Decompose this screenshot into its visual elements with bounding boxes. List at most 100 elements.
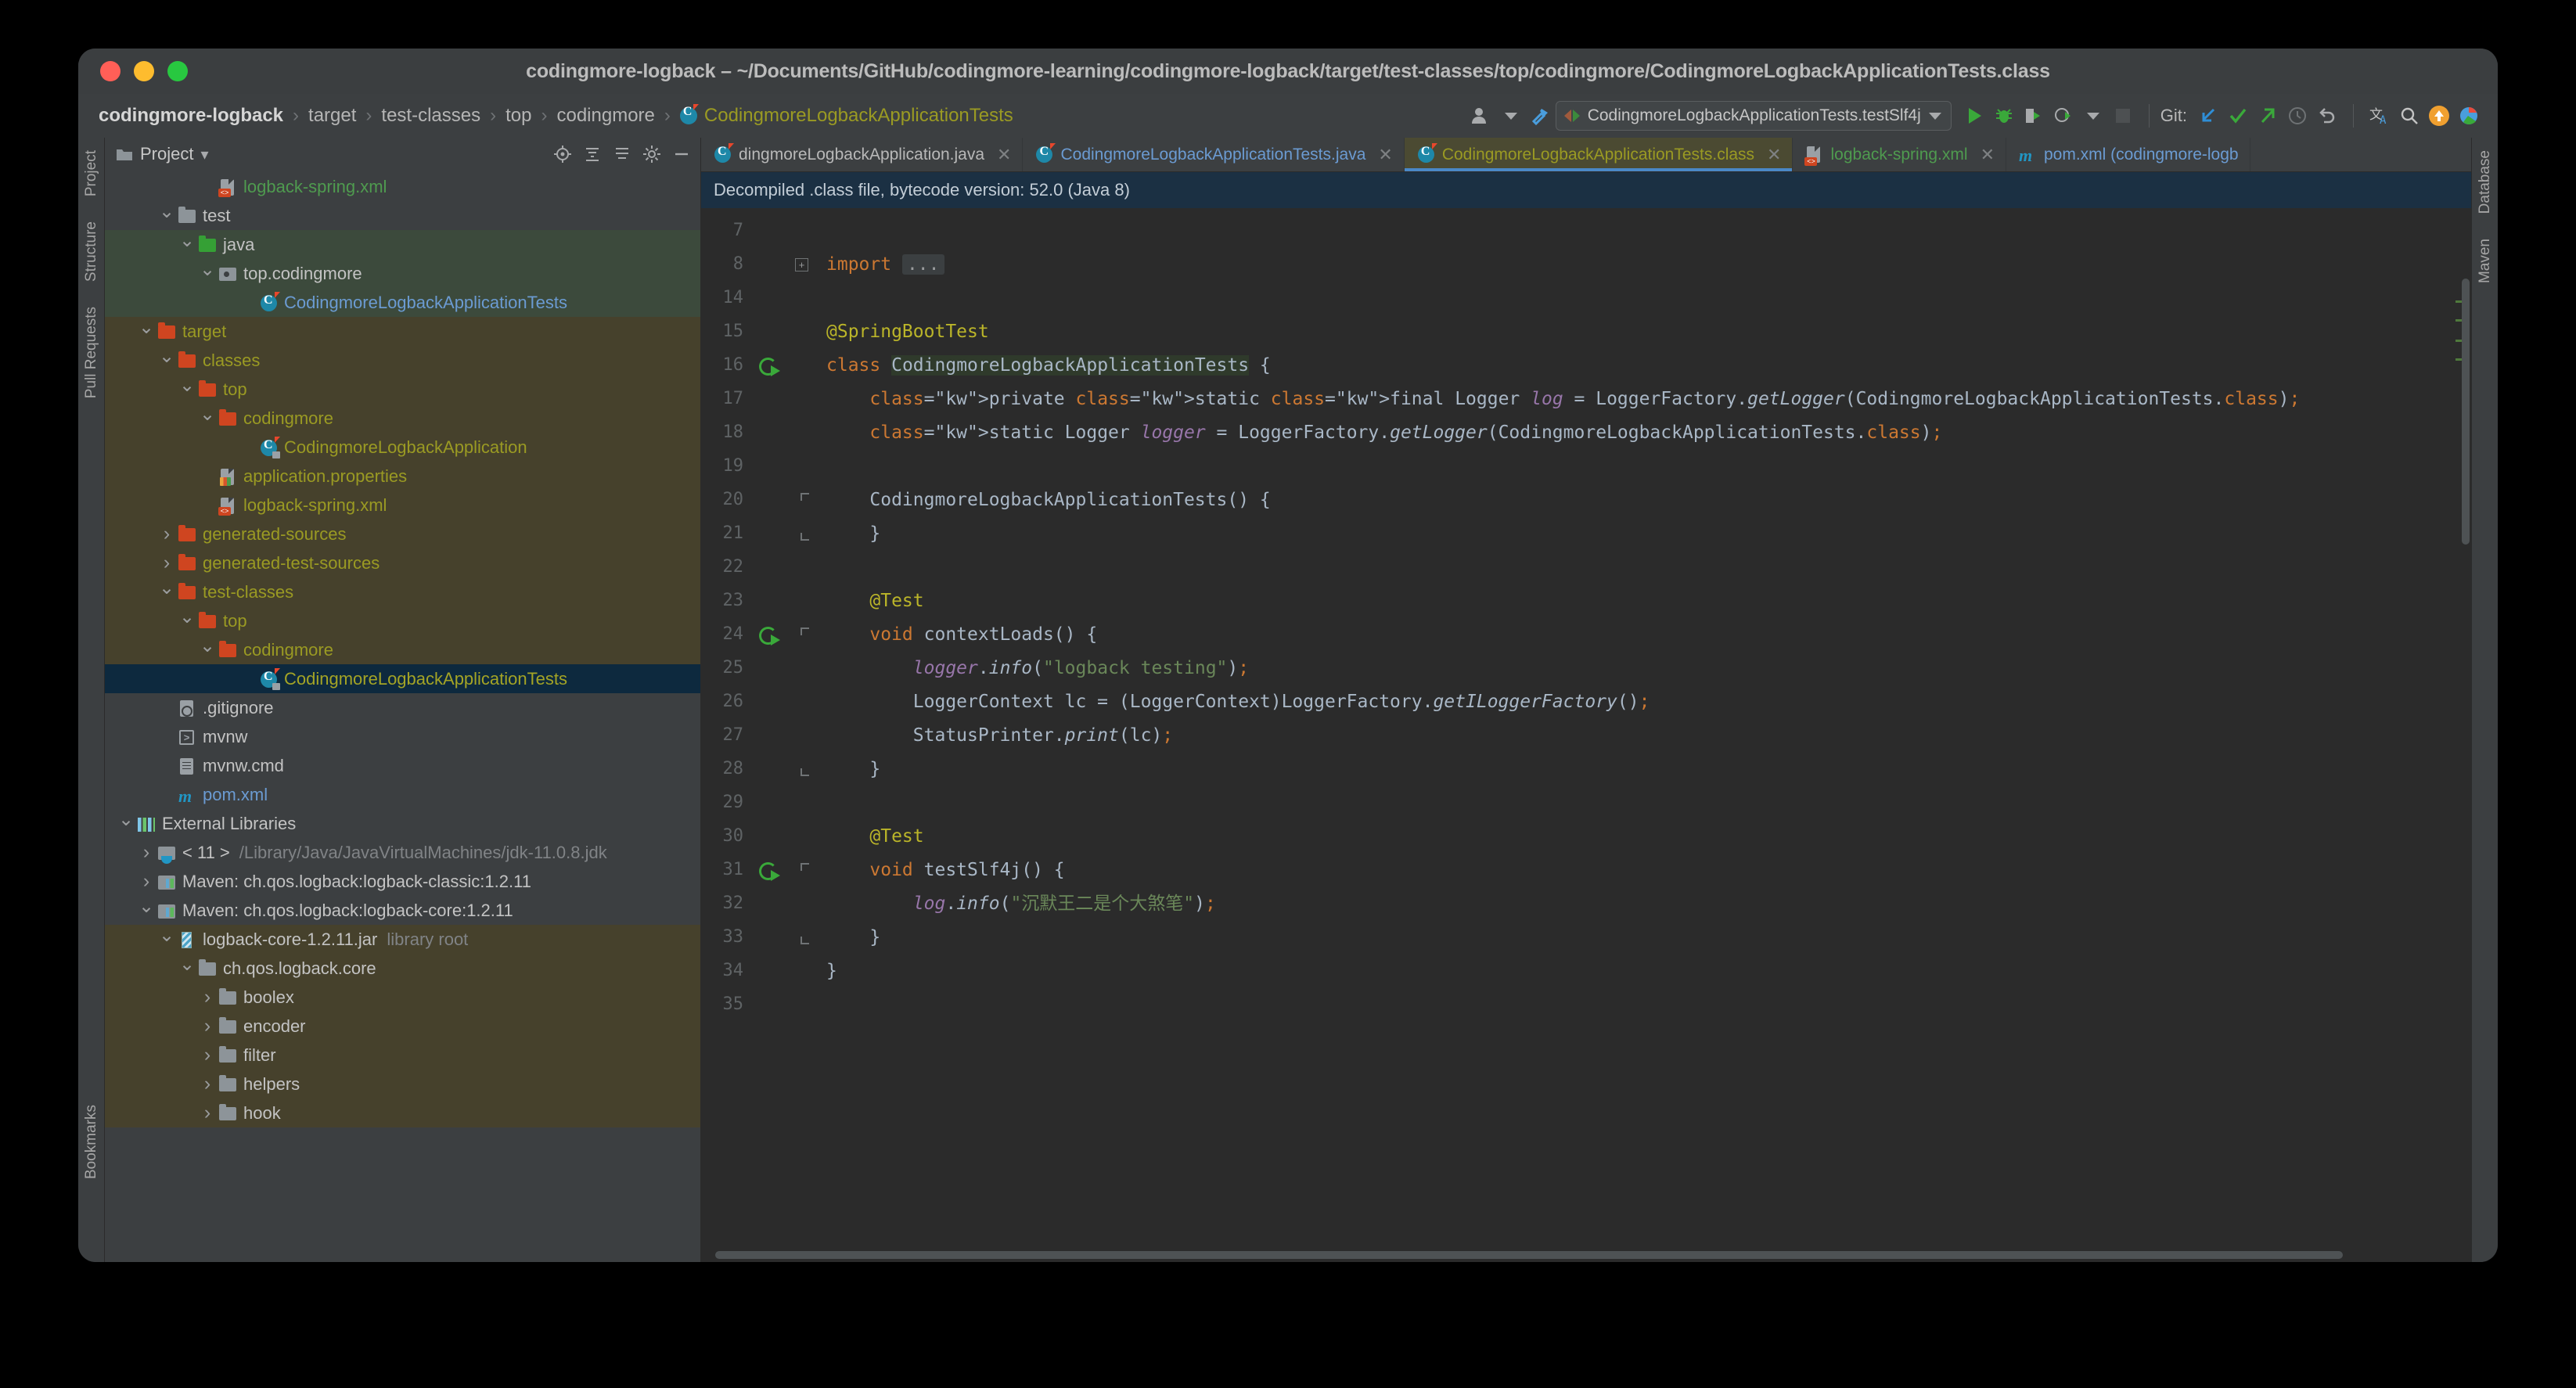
tree-node[interactable]: classes — [105, 346, 700, 375]
fold-expand-icon[interactable]: + — [795, 258, 808, 271]
code-line[interactable] — [814, 450, 2451, 484]
tree-node[interactable]: top — [105, 606, 700, 635]
profile-button[interactable] — [2049, 102, 2078, 129]
sidebar-tab-project[interactable]: Project — [83, 138, 100, 209]
user-avatar-icon[interactable] — [1466, 102, 1496, 129]
gear-icon[interactable] — [642, 145, 661, 164]
code-line[interactable]: LoggerContext lc = (LoggerContext)Logger… — [814, 685, 2451, 719]
tree-node[interactable]: logback-core-1.2.11.jar library root — [105, 925, 700, 954]
tree-node[interactable]: CodingmoreLogbackApplicationTests — [105, 664, 700, 693]
minimize-window-button[interactable] — [134, 61, 154, 81]
chevron-right-icon[interactable] — [197, 1044, 218, 1066]
tree-node[interactable]: java — [105, 230, 700, 259]
hide-panel-icon[interactable] — [672, 145, 691, 164]
code-line[interactable] — [814, 214, 2451, 248]
code-line[interactable]: @SpringBootTest — [814, 315, 2451, 349]
tree-node[interactable]: codingmore — [105, 404, 700, 433]
fold-region-start-icon[interactable] — [801, 863, 809, 871]
chevron-right-icon[interactable] — [157, 523, 177, 545]
run-test-gutter-icon[interactable] — [759, 356, 780, 376]
project-tree[interactable]: <> logback-spring.xml test java top.codingmo… — [105, 171, 700, 1262]
chevron-right-icon[interactable] — [136, 870, 157, 893]
chevron-down-icon[interactable] — [157, 928, 177, 951]
git-rollback-icon[interactable] — [2312, 102, 2342, 129]
code-line[interactable]: log.info("沉默王二是个大煞笔"); — [814, 887, 2451, 921]
chevron-down-icon[interactable] — [157, 581, 177, 603]
code-line[interactable]: import ... — [814, 248, 2451, 282]
translate-icon[interactable]: 文A — [2365, 102, 2394, 129]
tree-node[interactable]: ch.qos.logback.core — [105, 954, 700, 983]
sidebar-tab-database[interactable]: Database — [2477, 138, 2494, 226]
code-line[interactable]: @Test — [814, 820, 2451, 854]
tree-node[interactable]: .gitignore — [105, 693, 700, 722]
breadcrumb-item-target[interactable]: target — [308, 105, 356, 127]
chevron-right-icon[interactable] — [197, 1073, 218, 1095]
tree-node[interactable]: <> logback-spring.xml — [105, 491, 700, 520]
code-line[interactable]: CodingmoreLogbackApplicationTests() { — [814, 484, 2451, 517]
editor-tab[interactable]: <> logback-spring.xml ✕ — [1793, 138, 2006, 171]
run-with-coverage-button[interactable] — [2019, 102, 2049, 129]
git-push-icon[interactable] — [2253, 102, 2283, 129]
chevron-down-icon[interactable] — [177, 609, 197, 632]
code-line[interactable]: } — [814, 921, 2451, 955]
chevron-down-icon[interactable] — [177, 957, 197, 980]
chevron-down-icon[interactable] — [136, 320, 157, 343]
tree-node[interactable]: <> logback-spring.xml — [105, 172, 700, 201]
sidebar-tab-structure[interactable]: Structure — [83, 209, 100, 294]
horizontal-scrollbar[interactable] — [715, 1251, 2343, 1259]
code-line[interactable]: @Test — [814, 584, 2451, 618]
editor-tab-bar[interactable]: dingmoreLogbackApplication.java✕Codingmo… — [701, 138, 2471, 172]
code-content[interactable]: import ... @SpringBootTest class Codingmo… — [814, 208, 2451, 1248]
editor-fold-column[interactable]: + — [793, 208, 814, 1248]
code-line[interactable]: class CodingmoreLogbackApplicationTests … — [814, 349, 2451, 383]
tree-node[interactable]: application.properties — [105, 462, 700, 491]
browser-icon[interactable] — [2454, 102, 2484, 129]
tree-node[interactable]: Maven: ch.qos.logback:logback-core:1.2.1… — [105, 896, 700, 925]
tree-node[interactable]: generated-sources — [105, 520, 700, 548]
editor-tab[interactable]: m pom.xml (codingmore-logb — [2006, 138, 2250, 171]
fold-region-end-icon[interactable] — [801, 533, 809, 541]
collapse-all-icon[interactable] — [613, 145, 631, 164]
expand-all-icon[interactable] — [583, 145, 602, 164]
code-line[interactable]: } — [814, 517, 2451, 551]
tree-node[interactable]: codingmore — [105, 635, 700, 664]
chevron-down-icon[interactable] — [1928, 112, 1941, 120]
chevron-down-icon[interactable] — [197, 262, 218, 285]
fold-region-end-icon[interactable] — [801, 937, 809, 944]
chevron-down-icon[interactable] — [1496, 102, 1526, 129]
close-icon[interactable]: ✕ — [997, 145, 1011, 165]
close-icon[interactable]: ✕ — [1981, 145, 1995, 165]
search-icon[interactable] — [2394, 102, 2424, 129]
update-available-icon[interactable] — [2424, 102, 2454, 129]
breadcrumb-item-test-classes[interactable]: test-classes — [381, 105, 480, 127]
window-controls[interactable] — [78, 61, 188, 81]
debug-button[interactable] — [1989, 102, 2019, 129]
chevron-down-icon[interactable] — [177, 233, 197, 256]
git-history-icon[interactable] — [2283, 102, 2312, 129]
run-test-gutter-icon[interactable] — [759, 861, 780, 881]
run-test-gutter-icon[interactable] — [759, 625, 780, 645]
tree-node[interactable]: generated-test-sources — [105, 548, 700, 577]
fold-region-start-icon[interactable] — [801, 627, 809, 635]
chevron-down-icon[interactable] — [136, 899, 157, 922]
editor-markers-strip[interactable] — [2451, 208, 2471, 1248]
tree-node[interactable]: helpers — [105, 1070, 700, 1099]
select-opened-file-icon[interactable] — [553, 145, 572, 164]
tree-node[interactable]: Maven: ch.qos.logback:logback-classic:1.… — [105, 867, 700, 896]
tree-node[interactable]: > mvnw — [105, 722, 700, 751]
tree-node[interactable]: target — [105, 317, 700, 346]
tree-node[interactable]: top.codingmore — [105, 259, 700, 288]
code-line[interactable] — [814, 551, 2451, 584]
chevron-right-icon[interactable] — [197, 986, 218, 1009]
horizontal-scrollbar-track[interactable] — [701, 1248, 2471, 1262]
run-button[interactable] — [1959, 102, 1989, 129]
breadcrumb-item-class[interactable]: CodingmoreLogbackApplicationTests — [704, 105, 1013, 127]
tree-node[interactable]: CodingmoreLogbackApplication — [105, 433, 700, 462]
sidebar-tab-maven[interactable]: Maven — [2477, 226, 2494, 296]
git-update-icon[interactable] — [2193, 102, 2223, 129]
chevron-down-icon[interactable] — [157, 204, 177, 227]
chevron-down-icon[interactable]: ▾ — [200, 145, 208, 164]
tree-node[interactable]: encoder — [105, 1012, 700, 1041]
editor-gutter[interactable]: 7 8 14 15 16 17 18 19 20 21 22 23 24 25 26 27 28 29 30 31 32… — [701, 208, 793, 1248]
tree-node[interactable]: filter — [105, 1041, 700, 1070]
